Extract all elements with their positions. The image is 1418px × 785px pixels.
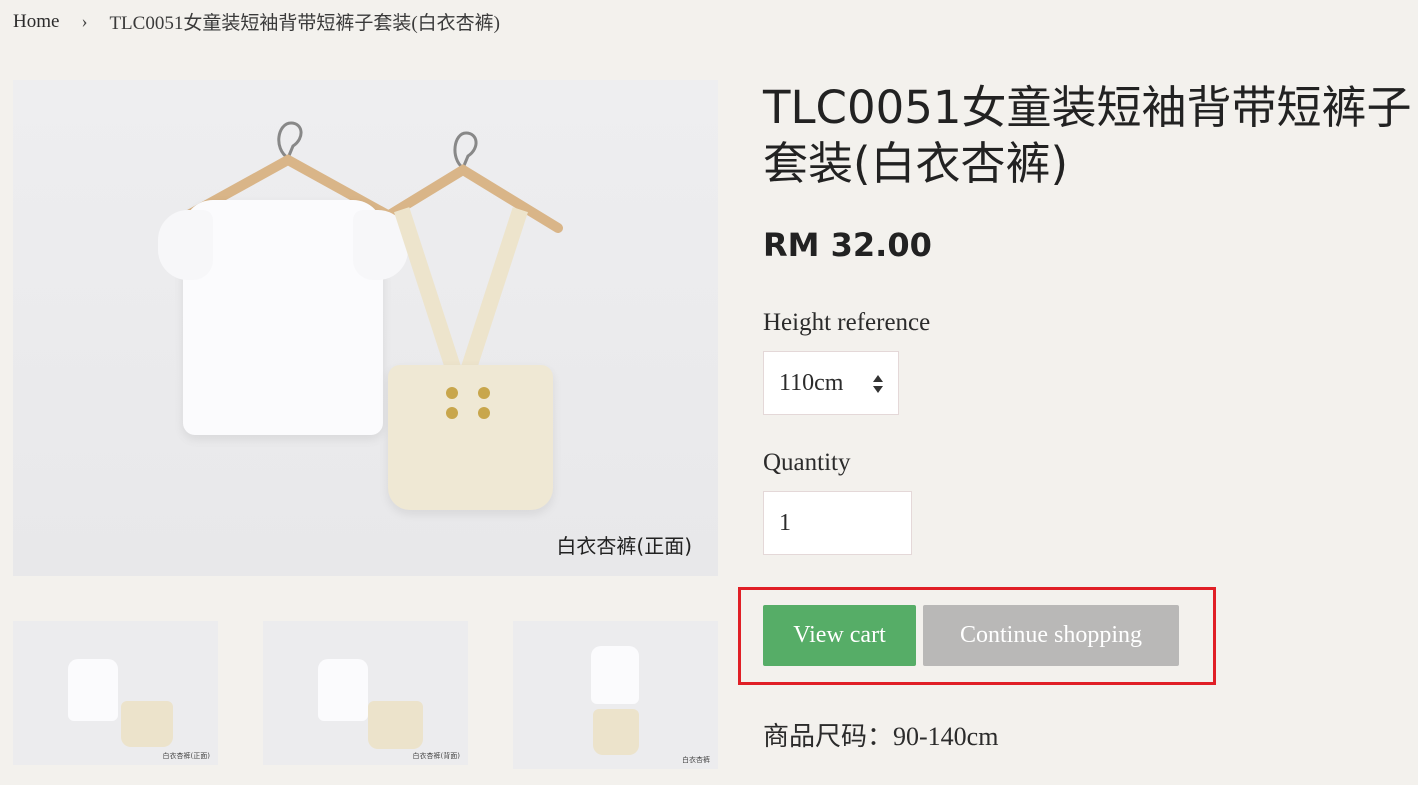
thumbnail-1[interactable]: 白衣杏裤(正面) xyxy=(13,621,218,765)
height-reference-label: Height reference xyxy=(763,309,931,336)
quantity-input[interactable]: 1 xyxy=(763,491,912,555)
breadcrumb-current: TLC0051女童装短袖背带短裤子套装(白衣杏裤) xyxy=(109,13,500,34)
product-title-line1: TLC0051女童装短袖背带短裤子 xyxy=(763,81,1412,134)
product-price: RM 32.00 xyxy=(763,226,932,264)
product-title: TLC0051女童装短袖背带短裤子 套装(白衣杏裤) xyxy=(763,80,1418,192)
select-arrows-icon xyxy=(873,375,883,393)
chevron-right-icon: › xyxy=(81,11,88,31)
thumbnail-caption: 白衣杏裤(背面) xyxy=(412,752,460,760)
thumbnail-2[interactable]: 白衣杏裤(背面) xyxy=(263,621,468,765)
product-title-line2: 套装(白衣杏裤) xyxy=(763,137,1069,190)
shorts-illustration xyxy=(388,365,553,510)
thumbnail-caption: 白衣杏裤 xyxy=(682,756,710,764)
height-reference-value: 110cm xyxy=(779,369,844,396)
quantity-label: Quantity xyxy=(763,449,851,476)
height-reference-select[interactable]: 110cm xyxy=(763,351,899,415)
main-image-caption: 白衣杏裤(正面) xyxy=(556,534,692,558)
product-main-image[interactable]: 白衣杏裤(正面) xyxy=(13,80,718,576)
breadcrumb-home-link[interactable]: Home xyxy=(13,11,59,33)
thumbnail-3[interactable]: 白衣杏裤 xyxy=(513,621,718,769)
continue-shopping-button[interactable]: Continue shopping xyxy=(923,605,1179,666)
breadcrumb: Home › TLC0051女童装短袖背带短裤子套装(白衣杏裤) xyxy=(13,8,500,35)
thumbnail-caption: 白衣杏裤(正面) xyxy=(162,752,210,760)
quantity-value: 1 xyxy=(779,509,791,536)
view-cart-button[interactable]: View cart xyxy=(763,605,916,666)
white-shirt-illustration xyxy=(158,200,408,435)
size-range-text: 商品尺码：90-140cm xyxy=(763,722,999,751)
